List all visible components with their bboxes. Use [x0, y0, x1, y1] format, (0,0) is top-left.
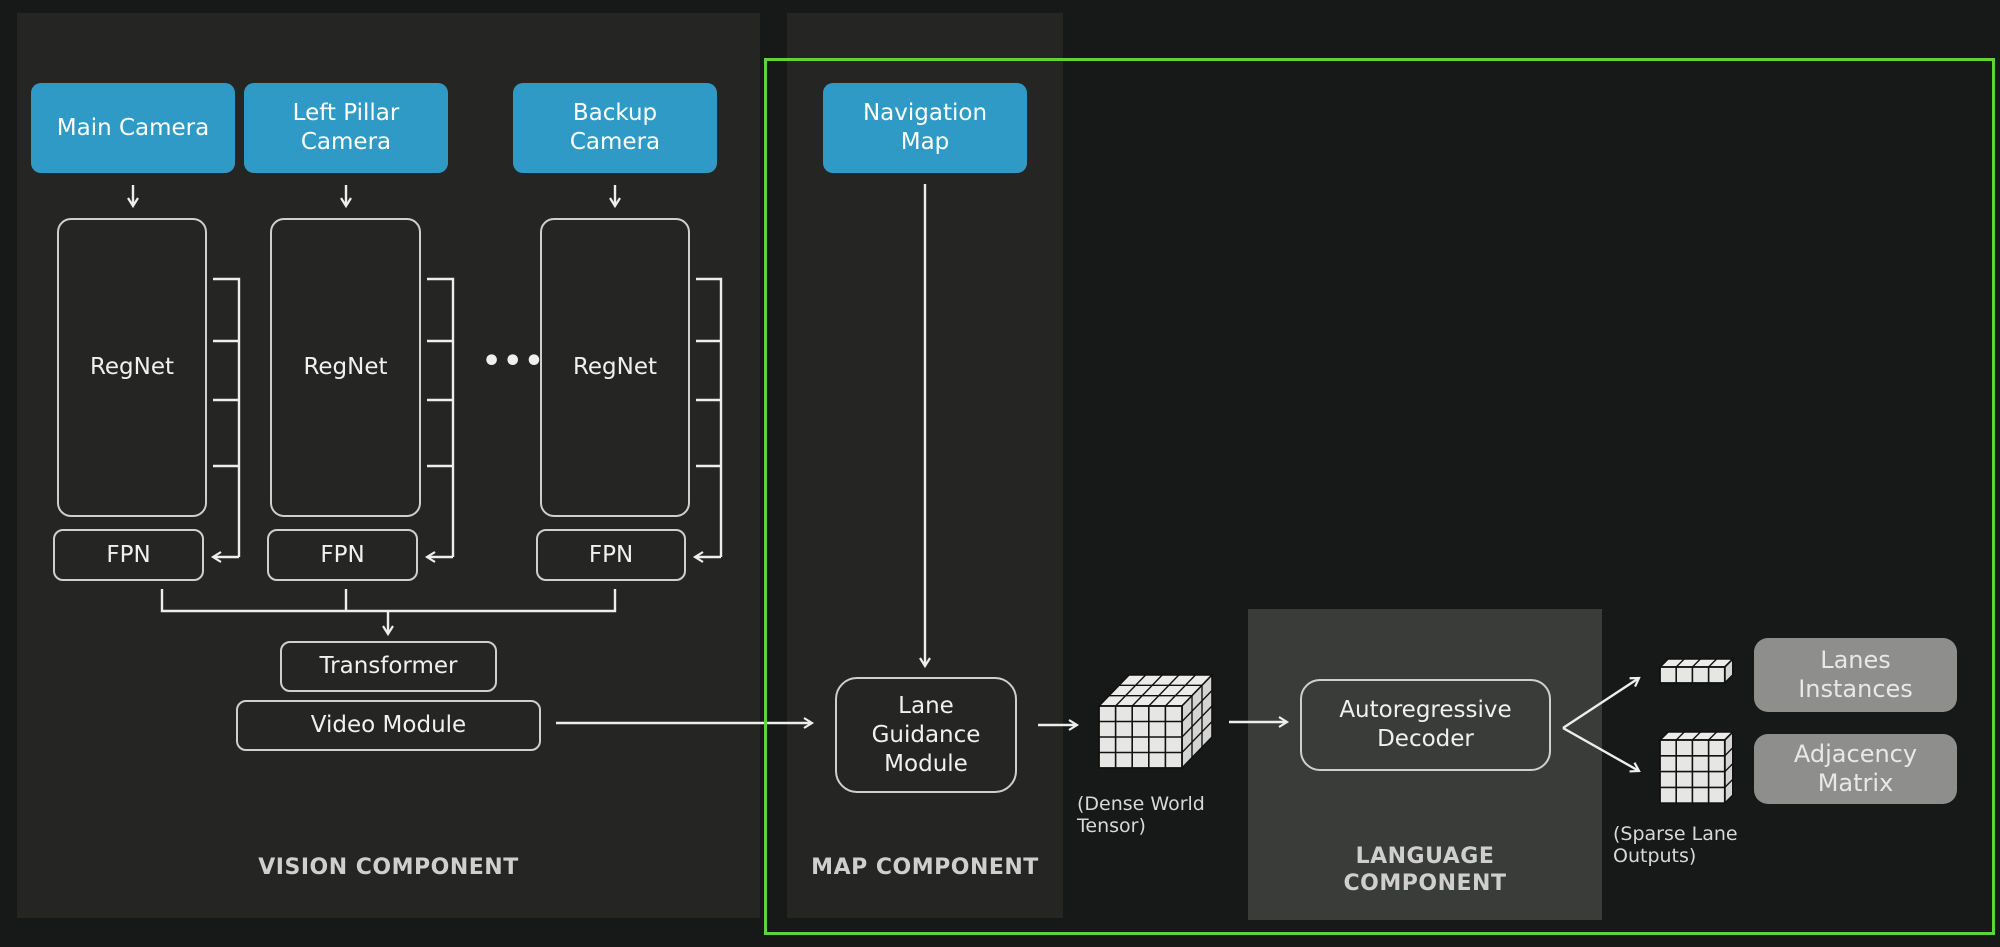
- fpn-box-left-pillar: FPN: [267, 529, 418, 581]
- regnet-box-backup: RegNet: [540, 218, 690, 517]
- backup-camera-box: Backup Camera: [513, 83, 717, 173]
- ellipsis-more-cameras: •••: [482, 344, 546, 379]
- left-pillar-camera-box: Left Pillar Camera: [244, 83, 448, 173]
- transformer-box: Transformer: [280, 641, 497, 692]
- main-camera-box: Main Camera: [31, 83, 235, 173]
- regnet-box-left-pillar: RegNet: [270, 218, 421, 517]
- fpn-box-main: FPN: [53, 529, 204, 581]
- fpn-box-backup: FPN: [536, 529, 686, 581]
- regnet-box-main: RegNet: [57, 218, 207, 517]
- highlight-selection-box: [764, 58, 1995, 935]
- vision-component-label: VISION COMPONENT: [258, 855, 519, 880]
- video-module-box: Video Module: [236, 700, 541, 751]
